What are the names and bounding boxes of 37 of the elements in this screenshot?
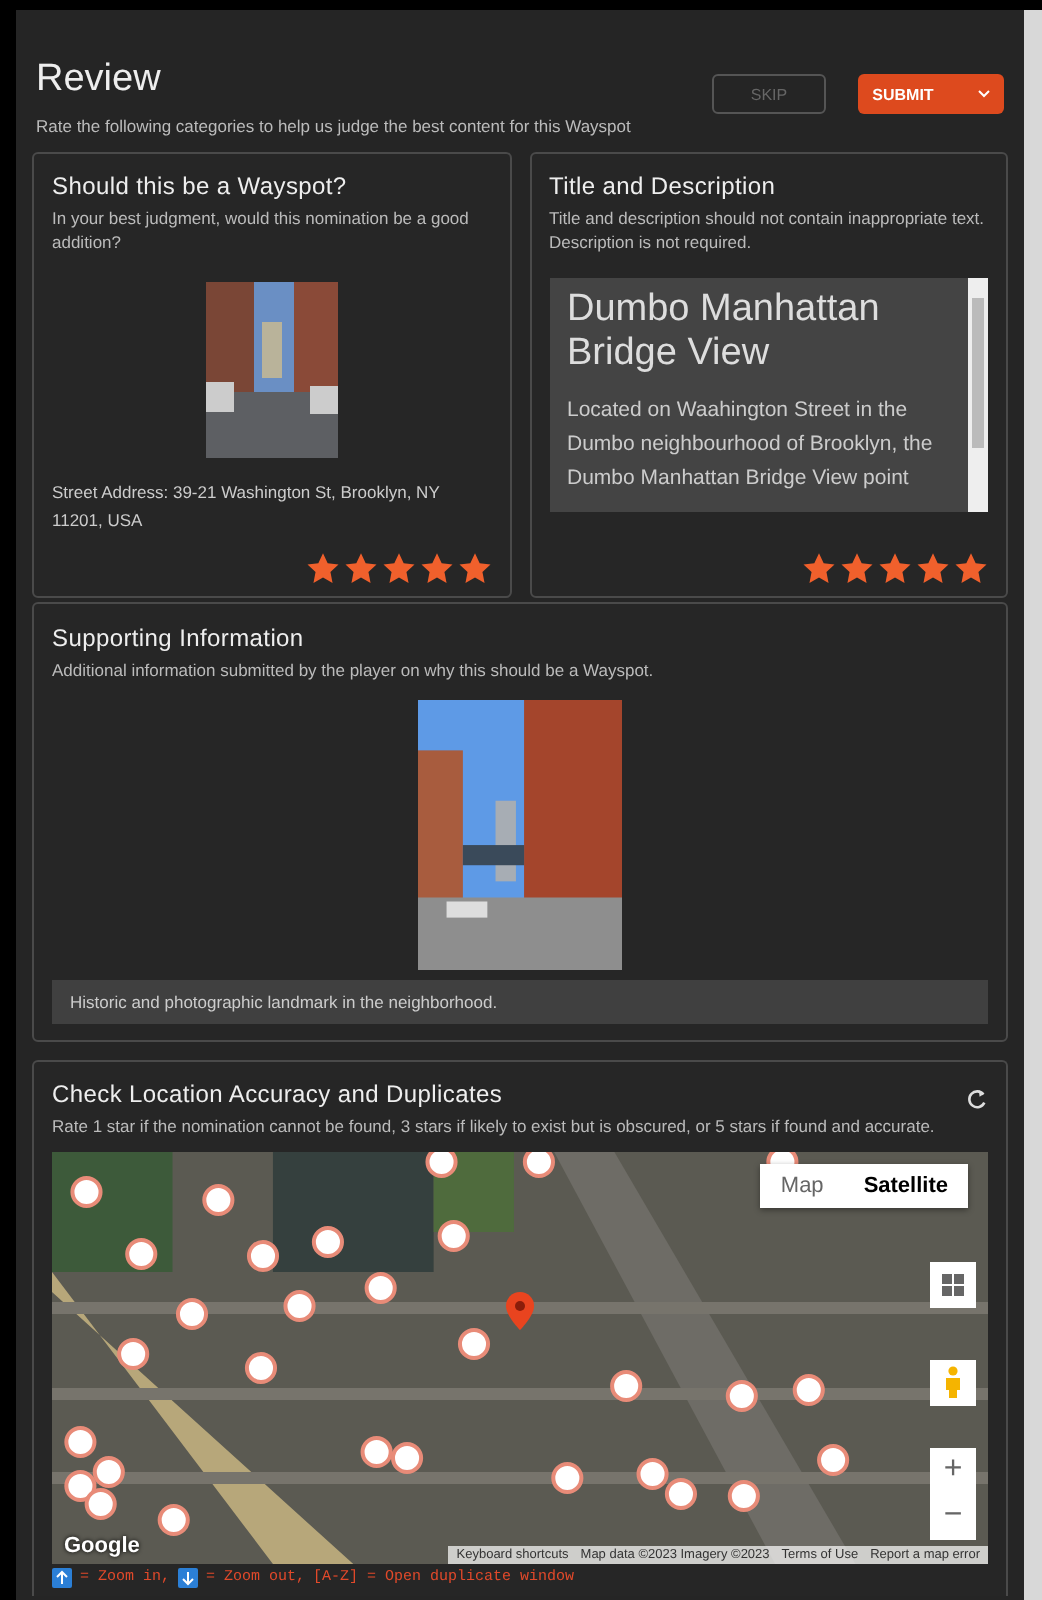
zoom-in-button[interactable]: + bbox=[930, 1447, 976, 1494]
supporting-statement: Historic and photographic landmark in the neighborhood. bbox=[52, 980, 988, 1025]
star-icon[interactable] bbox=[381, 551, 415, 583]
wayspot-description: Located on Waahington Street in the Dumbo neighbourhood of Brooklyn, the Dumbo Manhattan Bridge View point bbox=[567, 396, 935, 494]
submit-button[interactable]: SUBMIT bbox=[858, 74, 1004, 114]
star-icon[interactable] bbox=[419, 551, 453, 583]
star-icon[interactable] bbox=[457, 551, 491, 583]
zoom-out-button[interactable]: − bbox=[930, 1493, 976, 1540]
down-arrow-key-icon bbox=[178, 1567, 199, 1588]
star-icon[interactable] bbox=[878, 551, 912, 583]
card-hint: In your best judgment, would this nomination be a good addition? bbox=[52, 206, 471, 256]
card-title: Should this be a Wayspot? bbox=[52, 172, 349, 200]
star-icon[interactable] bbox=[840, 551, 874, 583]
card-hint: Rate 1 star if the nomination cannot be found, 3 stars if likely to exist but is obscured, or 5 stars if found and accurate. bbox=[52, 1114, 937, 1140]
wayspot-title: Dumbo Manhattan Bridge View bbox=[567, 287, 882, 379]
card-title: Check Location Accuracy and Duplicates bbox=[52, 1080, 503, 1109]
card-hint: Title and description should not contain inappropriate text. Description is not required. bbox=[549, 206, 987, 256]
grid-icon bbox=[942, 1273, 964, 1296]
pegman-button[interactable] bbox=[930, 1359, 976, 1406]
star-icon[interactable] bbox=[343, 551, 377, 583]
star-icon[interactable] bbox=[802, 551, 836, 583]
map-logo: Google bbox=[64, 1533, 140, 1558]
star-icon[interactable] bbox=[916, 551, 950, 583]
street-address: Street Address: 39-21 Washington St, Brooklyn, NY 11201, USA bbox=[52, 479, 442, 535]
card-title: Supporting Information bbox=[52, 624, 306, 652]
card-hint: Additional information submitted by the player on why this should be a Wayspot. bbox=[52, 658, 656, 683]
star-icon[interactable] bbox=[954, 551, 988, 583]
star-icon[interactable] bbox=[305, 551, 339, 583]
up-arrow-key-icon bbox=[52, 1567, 72, 1588]
map-type-tab[interactable]: Satellite bbox=[843, 1163, 968, 1208]
page-subtitle: Rate the following categories to help us judge the best content for this Wayspot bbox=[36, 116, 633, 136]
card-title: Title and Description bbox=[549, 172, 778, 200]
person-icon bbox=[944, 1366, 962, 1399]
caret-icon bbox=[977, 87, 990, 101]
fullscreen-button[interactable] bbox=[930, 1261, 976, 1308]
page-title: Review bbox=[36, 58, 163, 102]
scrollbar[interactable] bbox=[1024, 10, 1042, 1600]
